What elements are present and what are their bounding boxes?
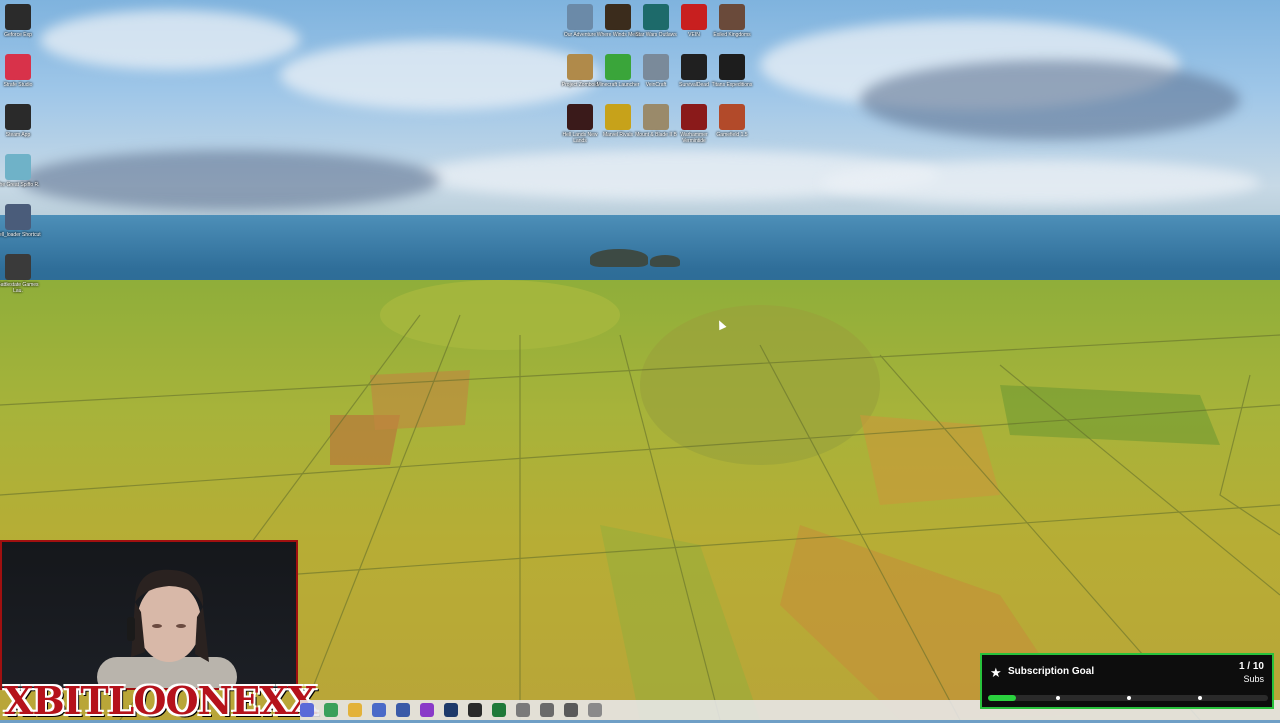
steam-app-icon xyxy=(5,104,31,130)
desktop-icon-label: Battlestate Games Lau. xyxy=(0,282,39,294)
red-app-icon xyxy=(5,54,31,80)
goal-milestone-dot xyxy=(1127,696,1131,700)
shortcut-icon xyxy=(5,204,31,230)
app-icon[interactable] xyxy=(588,703,602,717)
excel-icon[interactable] xyxy=(492,703,506,717)
game-icon xyxy=(681,104,707,130)
desktop-icon-label: Strafe Studio xyxy=(3,82,33,88)
app-icon[interactable] xyxy=(372,703,386,717)
app-icon[interactable] xyxy=(420,703,434,717)
streamer-video xyxy=(97,569,237,688)
desktop-icon[interactable]: Gamefield 1.5 xyxy=(708,104,756,138)
goal-milestone-dot xyxy=(1198,696,1202,700)
game-icon xyxy=(719,4,745,30)
game-icon xyxy=(567,104,593,130)
document-icon xyxy=(5,154,31,180)
minecraft-icon xyxy=(605,54,631,80)
desktop-icon[interactable]: The Great Spiffo R. xyxy=(0,154,42,188)
app-icon[interactable] xyxy=(540,703,554,717)
game-icon xyxy=(605,104,631,130)
game-icon xyxy=(567,4,593,30)
game-icon xyxy=(605,4,631,30)
geforce-experience-icon xyxy=(5,4,31,30)
goal-count: 1 / 10 xyxy=(1238,661,1264,672)
desktop-icon[interactable]: Battlestate Games Lau. xyxy=(0,254,42,294)
game-icon xyxy=(681,4,707,30)
islet xyxy=(590,249,648,267)
edge-icon[interactable] xyxy=(324,703,338,717)
cloud xyxy=(280,40,600,110)
goal-unit: Subs xyxy=(1243,674,1264,684)
desktop-icon[interactable]: Strafe Studio xyxy=(0,54,42,88)
desktop-icon[interactable]: Steam App xyxy=(0,104,42,138)
app-icon[interactable] xyxy=(516,703,530,717)
desktop-icon-label: The Great Spiffo R. xyxy=(0,182,40,188)
goal-progress-bar xyxy=(988,695,1268,701)
subscription-goal-widget: ★ Subscription Goal 1 / 10 Subs xyxy=(980,653,1274,709)
game-icon xyxy=(681,54,707,80)
battlestate-icon xyxy=(5,254,31,280)
game-icon xyxy=(719,54,745,80)
desktop-icon-label: Gamefield 1.5 xyxy=(716,132,748,138)
cloud xyxy=(860,60,1240,140)
cloud xyxy=(40,10,300,70)
islet xyxy=(650,255,680,267)
game-icon xyxy=(643,54,669,80)
cloud xyxy=(20,150,440,210)
file-explorer-icon[interactable] xyxy=(348,703,362,717)
desktop-icon-label: Geforce Exp xyxy=(4,32,32,38)
webcam-overlay xyxy=(0,540,298,690)
game-icon xyxy=(643,104,669,130)
settings-icon[interactable] xyxy=(564,703,578,717)
star-icon: ★ xyxy=(990,665,1002,680)
app-icon[interactable] xyxy=(468,703,482,717)
desktop-icon[interactable]: Titans Expeditions xyxy=(708,54,756,88)
cloud xyxy=(820,160,1260,205)
app-icon[interactable] xyxy=(300,703,314,717)
streamer-name-logo: XBITLOONEXX xyxy=(4,678,317,723)
desktop-icon[interactable]: Hell_loader Shortcut xyxy=(0,204,42,238)
goal-title: Subscription Goal xyxy=(1008,666,1095,677)
desktop-icon-label: Titans Expeditions xyxy=(711,82,753,88)
goal-milestone-dot xyxy=(1056,696,1060,700)
desktop-icon[interactable]: Geforce Exp xyxy=(0,4,42,38)
game-icon xyxy=(567,54,593,80)
goal-progress-fill xyxy=(988,695,1016,701)
desktop-icon-label: Exiled Kingdoms xyxy=(713,32,751,38)
game-icon xyxy=(719,104,745,130)
desktop-icon-label: Hell_loader Shortcut xyxy=(0,232,41,238)
desktop-icon[interactable]: Exiled Kingdoms xyxy=(708,4,756,38)
game-icon xyxy=(643,4,669,30)
app-icon[interactable] xyxy=(396,703,410,717)
desktop-icon-label: Steam App xyxy=(5,132,31,138)
steam-icon[interactable] xyxy=(444,703,458,717)
